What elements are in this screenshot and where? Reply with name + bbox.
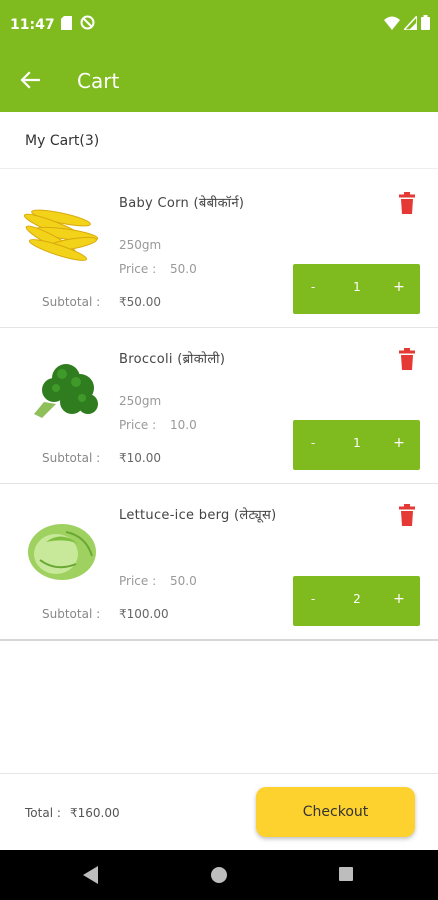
nav-recents-icon[interactable] <box>339 867 353 881</box>
back-button[interactable] <box>14 68 46 96</box>
trash-icon <box>398 348 416 374</box>
baby-corn-image <box>16 200 106 272</box>
nav-back-icon[interactable] <box>83 866 99 888</box>
delete-button[interactable] <box>398 504 416 526</box>
price-label: Price : <box>119 418 157 432</box>
status-bar: 11:47 <box>0 0 438 52</box>
delete-button[interactable] <box>398 348 416 370</box>
decrease-button[interactable]: - <box>305 436 321 450</box>
battery-icon <box>421 15 430 34</box>
app-bar: Cart <box>0 52 438 112</box>
cart-item: Baby Corn (बेबीकॉर्न) 250gm Price : 50.0… <box>0 172 438 328</box>
system-nav-bar <box>0 850 438 900</box>
subtotal-label: Subtotal : <box>42 607 101 621</box>
subtotal-label: Subtotal : <box>42 451 101 465</box>
item-price: 50.0 <box>170 262 197 276</box>
checkout-button[interactable]: Checkout <box>256 787 415 837</box>
wifi-icon <box>384 15 400 34</box>
quantity-value: 2 <box>353 592 361 606</box>
increase-button[interactable]: + <box>391 279 407 295</box>
quantity-stepper: - 1 + <box>293 420 420 470</box>
cart-header: My Cart(3) <box>0 112 438 169</box>
item-price: 50.0 <box>170 574 197 588</box>
item-weight: 250gm <box>119 394 162 408</box>
increase-button[interactable]: + <box>391 435 407 451</box>
lettuce-image <box>16 512 106 584</box>
arrow-left-icon <box>20 71 41 93</box>
item-name: Broccoli (ब्रोकोली) <box>119 352 226 367</box>
decrease-button[interactable]: - <box>305 592 321 606</box>
broccoli-image <box>16 356 106 428</box>
page-title: Cart <box>77 69 120 93</box>
quantity-stepper: - 1 + <box>293 264 420 314</box>
item-weight: 250gm <box>119 238 162 252</box>
signal-icon <box>402 13 418 34</box>
increase-button[interactable]: + <box>391 591 407 607</box>
sd-card-icon <box>61 15 72 34</box>
cart-item: Lettuce-ice berg (लेट्यूस) Price : 50.0 … <box>0 484 438 641</box>
cart-footer: Total : ₹160.00 Checkout <box>0 773 438 851</box>
trash-icon <box>398 192 416 218</box>
price-label: Price : <box>119 262 157 276</box>
quantity-value: 1 <box>353 436 361 450</box>
quantity-stepper: - 2 + <box>293 576 420 626</box>
status-time: 11:47 <box>10 17 55 33</box>
cart-item: Broccoli (ब्रोकोली) 250gm Price : 10.0 S… <box>0 328 438 484</box>
delete-button[interactable] <box>398 192 416 214</box>
nav-home-icon[interactable] <box>211 867 227 883</box>
trash-icon <box>398 504 416 530</box>
item-subtotal: ₹100.00 <box>119 607 169 621</box>
subtotal-label: Subtotal : <box>42 295 101 309</box>
price-label: Price : <box>119 574 157 588</box>
item-subtotal: ₹10.00 <box>119 451 161 465</box>
item-name: Lettuce-ice berg (लेट्यूस) <box>119 508 277 523</box>
data-saver-icon <box>80 15 95 34</box>
item-price: 10.0 <box>170 418 197 432</box>
cart-count-label: My Cart(3) <box>25 133 100 149</box>
item-name: Baby Corn (बेबीकॉर्न) <box>119 196 245 211</box>
total-amount: ₹160.00 <box>70 806 120 820</box>
cart-item-list: Baby Corn (बेबीकॉर्न) 250gm Price : 50.0… <box>0 172 438 641</box>
item-subtotal: ₹50.00 <box>119 295 161 309</box>
total-label: Total : <box>25 806 61 820</box>
decrease-button[interactable]: - <box>305 280 321 294</box>
quantity-value: 1 <box>353 280 361 294</box>
